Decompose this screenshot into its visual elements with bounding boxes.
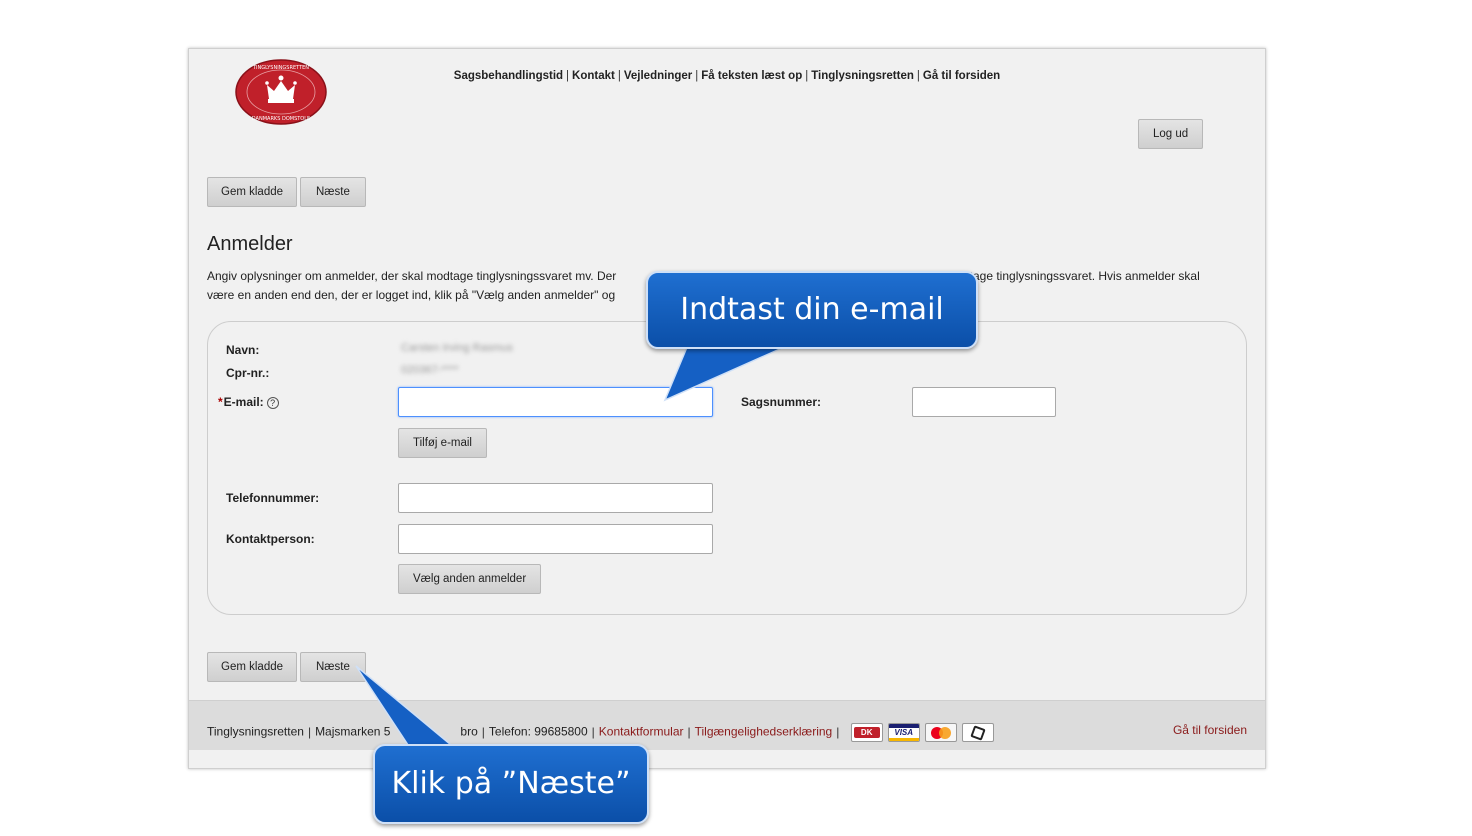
- help-icon[interactable]: ?: [266, 396, 279, 409]
- nav-sagsbehandlingstid[interactable]: Sagsbehandlingstid: [454, 70, 563, 82]
- case-number-input[interactable]: [912, 387, 1056, 417]
- nav-vejledninger[interactable]: Vejledninger: [624, 70, 692, 82]
- card-secure-icon: [961, 723, 994, 742]
- footer-phone: Telefon: 99685800: [488, 724, 588, 739]
- phone-label: Telefonnummer:: [226, 491, 320, 505]
- visa-icon: VISA: [887, 723, 920, 742]
- svg-text:DANMARKS DOMSTOLE: DANMARKS DOMSTOLE: [252, 116, 310, 122]
- save-draft-button-top[interactable]: Gem kladde: [207, 177, 298, 207]
- nav-home[interactable]: Gå til forsiden: [923, 70, 1000, 82]
- email-hint-callout: Indtast din e-mail: [646, 271, 978, 349]
- footer-contact-form-link[interactable]: Kontaktformular: [599, 725, 684, 739]
- page-title: Anmelder: [207, 233, 293, 255]
- contact-person-label: Kontaktperson:: [226, 532, 315, 546]
- cpr-label: Cpr-nr.:: [226, 366, 270, 380]
- footer-org: Tinglysningsretten: [207, 724, 304, 739]
- cpr-value: 020367-****: [401, 364, 459, 376]
- header: TINGLYSNINGSRETTEN DANMARKS DOMSTOLE Sag…: [189, 49, 1265, 161]
- mastercard-icon: [924, 723, 957, 742]
- footer-home-link[interactable]: Gå til forsiden: [1173, 723, 1247, 737]
- nav-kontakt[interactable]: Kontakt: [572, 70, 615, 82]
- footer-accessibility-link[interactable]: Tilgængelighedserklæring: [695, 725, 833, 739]
- court-logo[interactable]: TINGLYSNINGSRETTEN DANMARKS DOMSTOLE: [235, 59, 327, 125]
- email-label-group: *E-mail:?: [218, 395, 279, 409]
- email-callout-pointer: [663, 339, 783, 402]
- choose-other-anmelder-button[interactable]: Vælg anden anmelder: [398, 564, 542, 594]
- footer-info: Tinglysningsretten | Majsmarken 5 bro | Telef…: [207, 723, 994, 742]
- intro-line1-end: modtage tinglysningssvaret. Hvis anmelde…: [946, 269, 1200, 283]
- intro-line1-start: Angiv oplysninger om anmelder, der skal …: [207, 269, 617, 283]
- crown-seal-icon: TINGLYSNINGSRETTEN DANMARKS DOMSTOLE: [235, 59, 327, 125]
- save-draft-button-bottom[interactable]: Gem kladde: [207, 652, 298, 682]
- email-label: E-mail:: [223, 395, 264, 409]
- add-email-button[interactable]: Tilføj e-mail: [398, 428, 487, 458]
- next-hint-callout: Klik på ”Næste”: [373, 744, 649, 824]
- name-label: Navn:: [226, 343, 260, 357]
- logout-button[interactable]: Log ud: [1138, 119, 1204, 149]
- nav-read-aloud[interactable]: Få teksten læst op: [701, 70, 802, 82]
- top-navigation: Sagsbehandlingstid | Kontakt | Vejledninger |…: [453, 70, 1001, 82]
- dankort-icon: DK: [850, 723, 883, 742]
- payment-icons: DK VISA: [850, 723, 994, 742]
- app-window: TINGLYSNINGSRETTEN DANMARKS DOMSTOLE Sag…: [188, 48, 1266, 769]
- phone-input[interactable]: [398, 483, 713, 513]
- required-marker: *: [218, 395, 223, 409]
- nav-tinglysningsretten[interactable]: Tinglysningsretten: [811, 70, 914, 82]
- next-button-top[interactable]: Næste: [300, 177, 366, 207]
- name-value: Carsten Irving Rasmus: [401, 342, 513, 354]
- contact-person-input[interactable]: [398, 524, 713, 554]
- footer: Tinglysningsretten | Majsmarken 5 bro | Telef…: [189, 700, 1265, 750]
